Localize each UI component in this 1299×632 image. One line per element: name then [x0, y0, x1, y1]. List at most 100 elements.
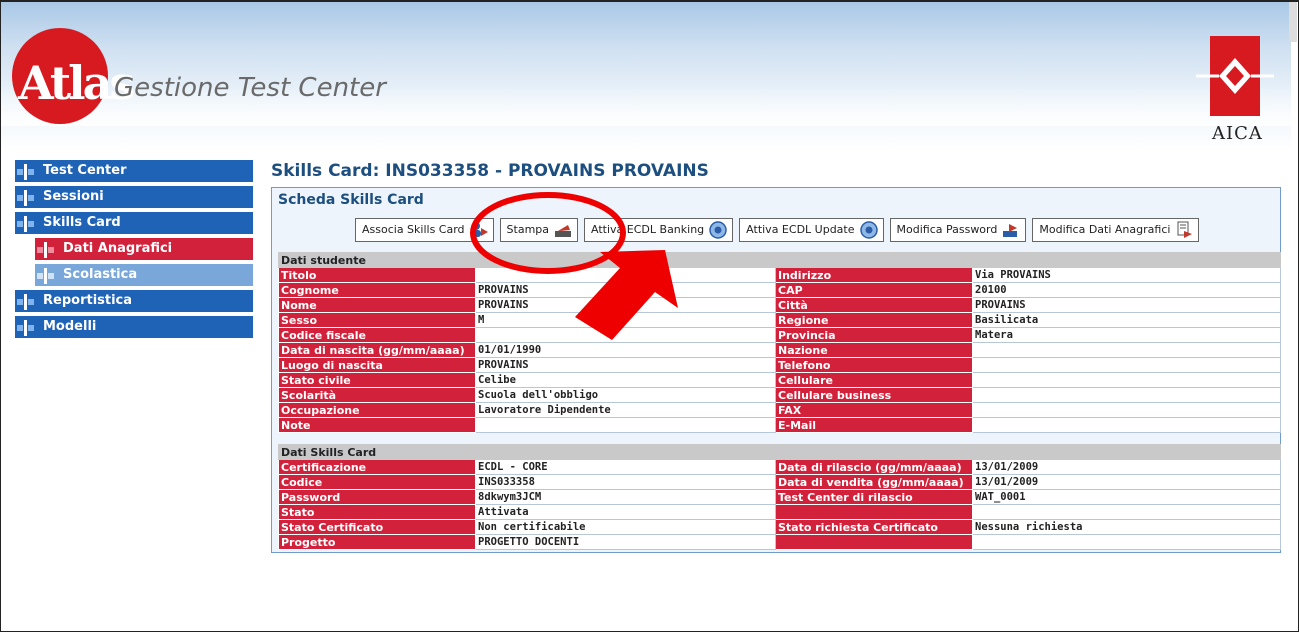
- edit-data-icon: [1177, 221, 1193, 238]
- field-value: PROVAINS: [972, 297, 1281, 313]
- app-title: Gestione Test Center: [114, 73, 386, 103]
- sidebar-item-label: Sessioni: [43, 189, 104, 204]
- table-row: Nome PROVAINS Città PROVAINS: [278, 297, 1281, 313]
- activate-icon: [859, 221, 878, 239]
- sidebar-item-dati-anagrafici[interactable]: Dati Anagrafici: [35, 238, 253, 260]
- sidebar-item-label: Skills Card: [43, 215, 121, 230]
- table-row: Password 8dkwym3JCM Test Center di rilasci…: [278, 489, 1282, 505]
- field-label: [775, 534, 973, 550]
- action-toolbar: Associa Skills Card Stampa Attiva ECDL B…: [355, 218, 1200, 242]
- field-label: Occupazione: [278, 402, 476, 418]
- field-value: [972, 342, 1281, 358]
- table-row: Occupazione Lavoratore Dipendente FAX: [278, 402, 1281, 418]
- sidebar-item-label: Modelli: [43, 319, 97, 334]
- sidebar-item-test-center[interactable]: Test Center: [15, 160, 253, 182]
- field-label: Città: [775, 297, 973, 313]
- attiva-ecdl-update-button[interactable]: Attiva ECDL Update: [739, 218, 884, 242]
- field-value: [971, 534, 1282, 550]
- field-value: [972, 417, 1281, 433]
- field-value: 13/01/2009: [971, 459, 1282, 475]
- aica-label: AICA: [1212, 123, 1263, 144]
- field-label: Data di vendita (gg/mm/aaaa): [775, 474, 973, 490]
- field-label: Data di nascita (gg/mm/aaaa): [278, 342, 476, 358]
- field-label: Nome: [278, 297, 476, 313]
- field-label: Data di rilascio (gg/mm/aaaa): [775, 459, 973, 475]
- sidebar-item-scolastica[interactable]: Scolastica: [35, 264, 253, 286]
- field-value: Matera: [972, 327, 1281, 343]
- field-label: Telefono: [775, 357, 973, 373]
- field-value: 8dkwym3JCM: [475, 489, 776, 505]
- field-value: Scuola dell'obbligo: [475, 387, 776, 403]
- field-label: Nazione: [775, 342, 973, 358]
- table-row: Progetto PROGETTO DOCENTI: [278, 534, 1282, 550]
- menu-square-icon: [17, 164, 34, 180]
- main-content: Skills Card: INS033358 - PROVAINS PROVAI…: [271, 150, 1282, 553]
- field-value: [972, 387, 1281, 403]
- print-icon: [555, 225, 572, 237]
- modifica-dati-anagrafici-button[interactable]: Modifica Dati Anagrafici: [1032, 218, 1200, 242]
- modifica-password-button[interactable]: Modifica Password: [889, 218, 1027, 242]
- field-label: Codice fiscale: [278, 327, 476, 343]
- field-label: Provincia: [775, 327, 973, 343]
- field-value: PROGETTO DOCENTI: [475, 534, 776, 550]
- table-row: Titolo Indirizzo Via PROVAINS: [278, 267, 1281, 283]
- field-label: Sesso: [278, 312, 476, 328]
- field-value: Non certificabile: [475, 519, 776, 535]
- table-row: Scolarità Scuola dell'obbligo Cellulare bu…: [278, 387, 1281, 403]
- field-value: [971, 504, 1282, 520]
- skills-card-panel: Scheda Skills Card Associa Skills Card S…: [271, 187, 1282, 553]
- scrollbar[interactable]: [1289, 2, 1297, 42]
- field-label: Cognome: [278, 282, 476, 298]
- field-label: Certificazione: [278, 459, 476, 475]
- section-header: Dati Skills Card: [277, 444, 1282, 460]
- field-value: 13/01/2009: [971, 474, 1282, 490]
- button-label: Attiva ECDL Banking: [591, 223, 705, 236]
- field-label: Test Center di rilascio: [775, 489, 973, 505]
- menu-square-icon: [17, 294, 34, 310]
- sidebar-item-modelli[interactable]: Modelli: [15, 316, 253, 338]
- table-row: Note E-Mail: [278, 417, 1281, 433]
- page-title: Skills Card: INS033358 - PROVAINS PROVAI…: [271, 161, 709, 181]
- field-value: Nessuna richiesta: [971, 519, 1282, 535]
- table-row: Codice INS033358 Data di vendita (gg/mm/aa…: [278, 474, 1282, 490]
- button-label: Modifica Password: [896, 223, 998, 236]
- field-value: [475, 267, 776, 283]
- dati-skills-card-table: Dati Skills Card Certificazione ECDL - CO…: [277, 444, 1282, 550]
- stampa-button[interactable]: Stampa: [499, 218, 579, 242]
- table-row: Luogo di nascita PROVAINS Telefono: [278, 357, 1281, 373]
- field-value: WAT_0001: [971, 489, 1282, 505]
- menu-square-icon: [17, 320, 34, 336]
- table-row: Codice fiscale Provincia Matera: [278, 327, 1281, 343]
- sidebar-item-reportistica[interactable]: Reportistica: [15, 290, 253, 312]
- field-label: Password: [278, 489, 476, 505]
- associa-skills-card-button[interactable]: Associa Skills Card: [355, 218, 494, 242]
- sidebar-item-skills-card[interactable]: Skills Card: [15, 212, 253, 234]
- field-label: Cellulare business: [775, 387, 973, 403]
- field-label: Luogo di nascita: [278, 357, 476, 373]
- table-row: Cognome PROVAINS CAP 20100: [278, 282, 1281, 298]
- field-label: Progetto: [278, 534, 476, 550]
- field-value: Attivata: [475, 504, 776, 520]
- sidebar-item-sessioni[interactable]: Sessioni: [15, 186, 253, 208]
- sidebar-item-label: Scolastica: [63, 267, 138, 282]
- menu-square-icon: [17, 216, 34, 232]
- field-value: INS033358: [475, 474, 776, 490]
- table-row: Certificazione ECDL - CORE Data di rilasci…: [278, 459, 1282, 475]
- field-value: PROVAINS: [475, 297, 776, 313]
- field-label: E-Mail: [775, 417, 973, 433]
- sidebar-item-label: Reportistica: [43, 293, 133, 308]
- password-edit-icon: [1003, 224, 1018, 237]
- button-label: Attiva ECDL Update: [746, 223, 855, 236]
- menu-square-icon: [37, 268, 54, 284]
- field-value: 01/01/1990: [475, 342, 776, 358]
- field-label: Titolo: [278, 267, 476, 283]
- field-label: Codice: [278, 474, 476, 490]
- field-label: Stato: [278, 504, 476, 520]
- attiva-ecdl-banking-button[interactable]: Attiva ECDL Banking: [584, 218, 734, 242]
- field-label: CAP: [775, 282, 973, 298]
- field-value: M: [475, 312, 776, 328]
- field-value: Basilicata: [972, 312, 1281, 328]
- button-label: Modifica Dati Anagrafici: [1039, 223, 1171, 236]
- button-label: Associa Skills Card: [362, 223, 465, 236]
- button-label: Stampa: [506, 223, 550, 236]
